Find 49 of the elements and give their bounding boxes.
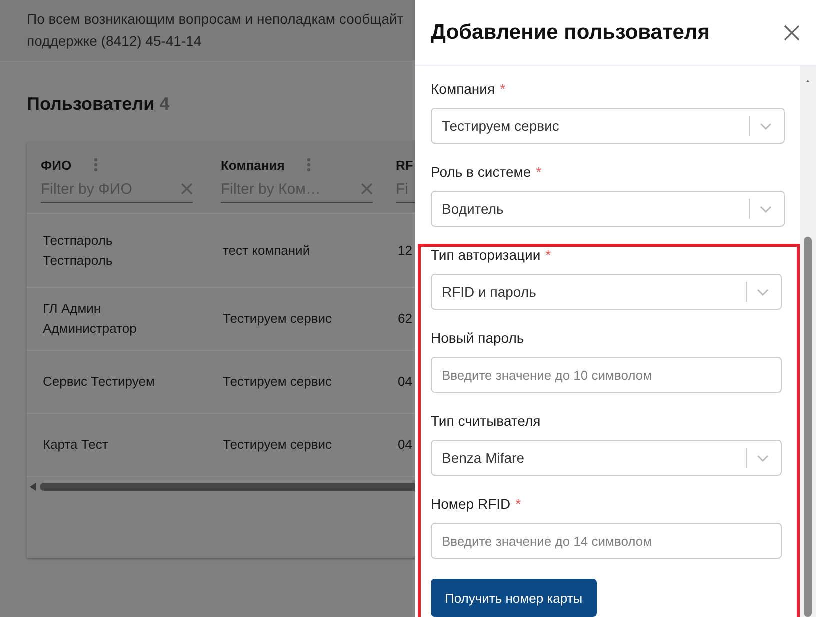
column-header[interactable]: ФИО [41, 158, 72, 172]
table-cell-text: Тестируем сервис [223, 373, 334, 391]
input-field[interactable]: Введите значение до 10 символом [431, 357, 782, 393]
notice-text: поддержке (8412) 45-41-14 [27, 32, 203, 51]
chevron-down-icon[interactable] [760, 122, 772, 130]
kebab-menu-icon[interactable] [306, 158, 311, 172]
scrollbar-thumb[interactable] [804, 237, 812, 617]
table-cell-text: Тестпароль Тестпароль [43, 232, 114, 270]
table-cell-text: 04 [398, 436, 414, 454]
table-cell-text: 12 [398, 242, 414, 260]
required-mark: * [536, 164, 542, 180]
table-cell-text: Карта Тест [43, 436, 110, 454]
select-field[interactable]: RFID и пароль [431, 274, 782, 310]
input-field[interactable]: Введите значение до 14 символом [431, 523, 782, 559]
select-field[interactable]: Тестируем сервис [431, 108, 785, 144]
table-cell-text: Тестируем сервис [223, 310, 334, 328]
table-cell-text: ГЛ Админ Администратор [43, 300, 138, 338]
drawer-title: Добавление пользователя [431, 20, 710, 44]
table-cell-text: Тестируем сервис [223, 436, 334, 454]
clear-icon[interactable] [361, 183, 373, 195]
field-label: Новый пароль [431, 330, 524, 346]
required-mark: * [516, 496, 522, 512]
scroll-left-icon[interactable] [30, 483, 36, 491]
chevron-down-icon[interactable] [757, 288, 769, 296]
field-label: Компания [431, 81, 496, 97]
required-mark: * [500, 81, 506, 97]
get-card-number-button[interactable]: Получить номер карты [431, 579, 597, 617]
field-label: Тип авторизации [431, 247, 541, 263]
table-cell-text: 04 [398, 373, 414, 391]
column-header[interactable]: Компания [221, 158, 285, 172]
chevron-down-icon[interactable] [760, 206, 772, 212]
table-cell-text: Сервис Тестируем [43, 373, 156, 391]
column-header[interactable]: RF [396, 158, 414, 172]
close-icon[interactable] [784, 24, 800, 40]
page-title: Пользователи [27, 94, 155, 114]
required-mark: * [546, 247, 552, 263]
chevron-down-icon[interactable] [757, 454, 769, 462]
table-cell-text: 62 [398, 310, 414, 328]
scrollbar-thumb[interactable] [40, 483, 415, 491]
field-label: Номер RFID [431, 496, 511, 512]
notice-text: По всем возникающим вопросам и неполадкам сообщайт [27, 10, 405, 29]
table-cell-text: тест компаний [223, 242, 312, 260]
select-field[interactable]: Benza Mifare [431, 440, 782, 476]
field-label: Роль в системе [431, 164, 532, 180]
scroll-up-icon[interactable] [804, 80, 812, 82]
select-field[interactable]: Водитель [431, 191, 785, 227]
field-label: Тип считывателя [431, 413, 541, 429]
kebab-menu-icon[interactable] [94, 158, 98, 172]
clear-icon[interactable] [181, 183, 193, 195]
